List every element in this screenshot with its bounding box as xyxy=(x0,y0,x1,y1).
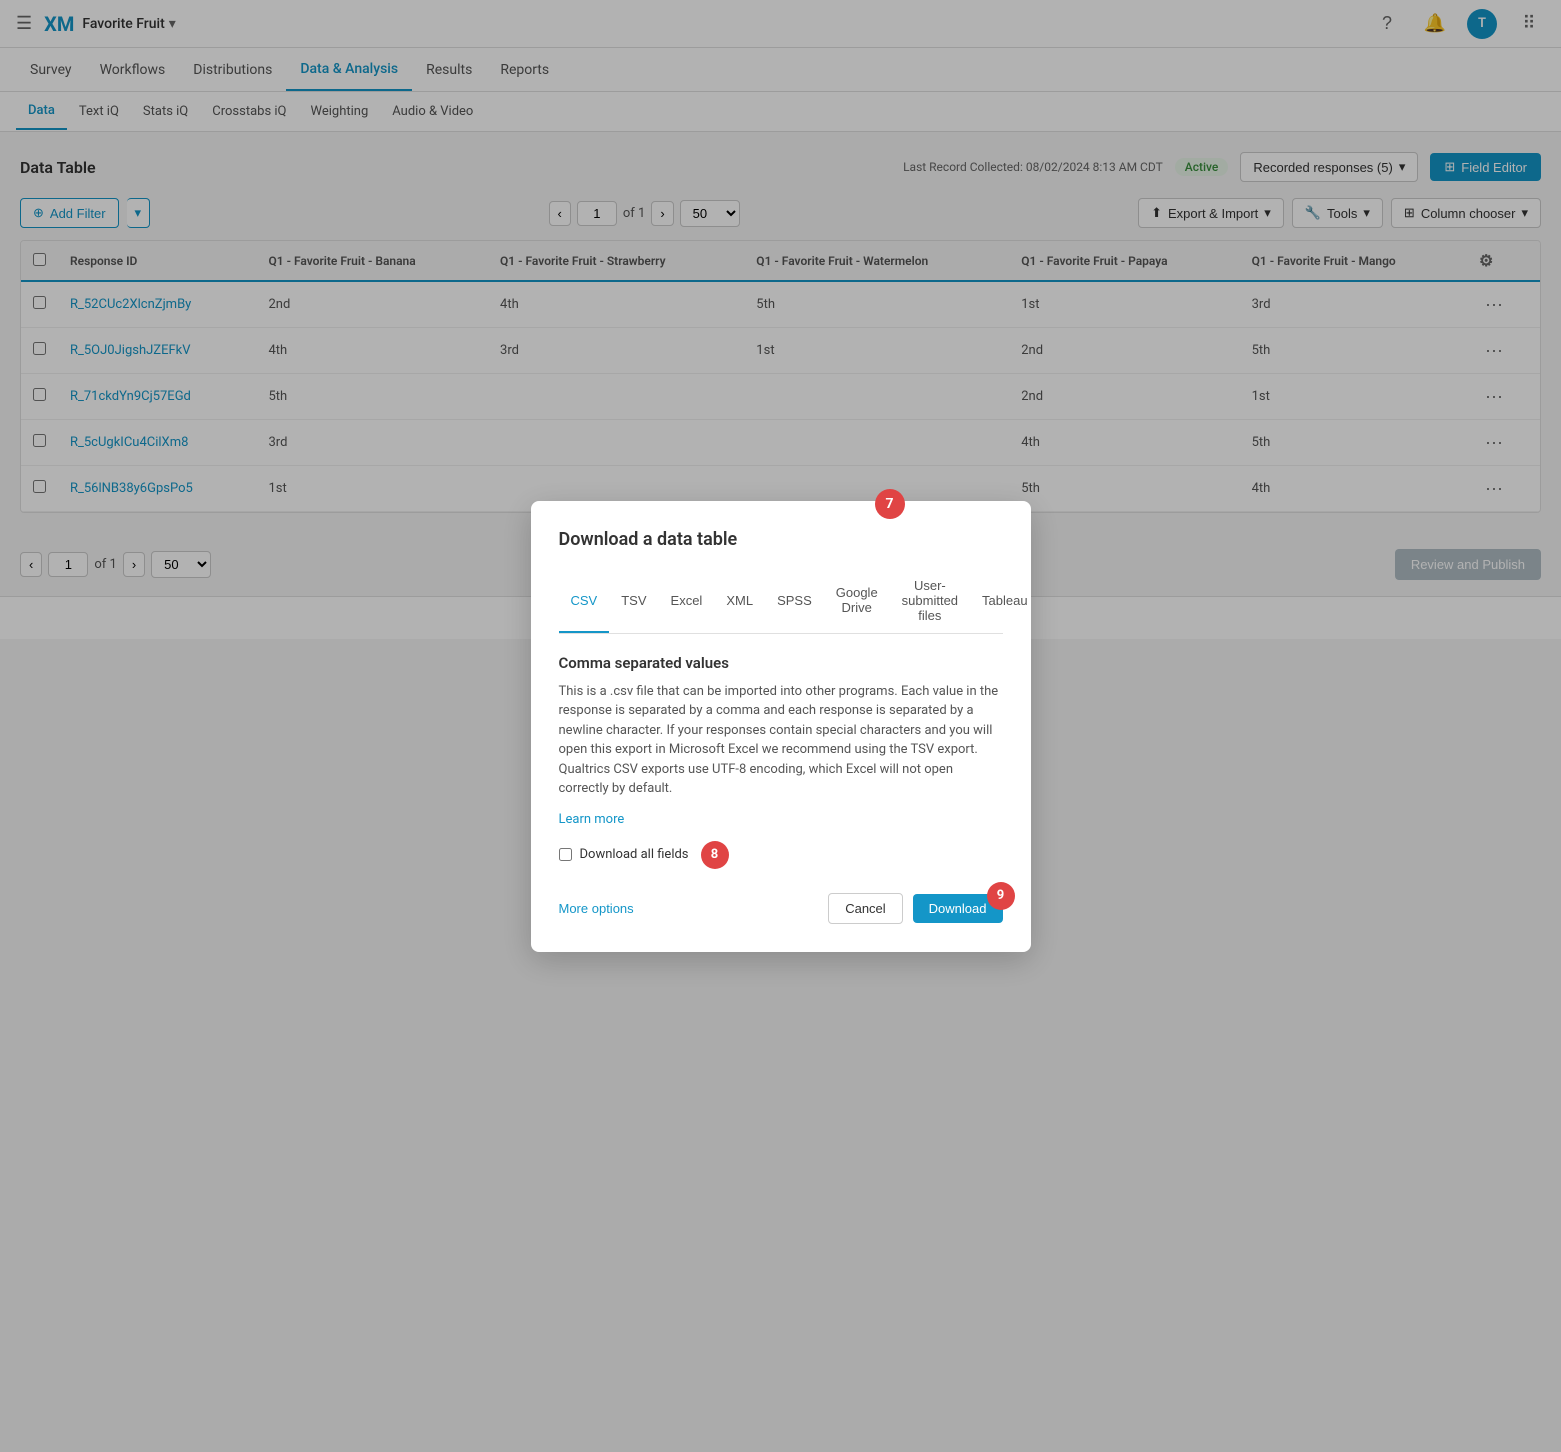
step-9-badge: 9 xyxy=(987,882,1015,910)
modal-tabs: CSV TSV Excel XML SPSS Google Drive User… xyxy=(559,570,1003,634)
download-all-fields-row: Download all fields 8 xyxy=(559,841,1003,869)
modal-footer: More options Cancel Download 9 xyxy=(559,893,1003,924)
download-all-fields-label: Download all fields xyxy=(580,847,689,862)
modal-description: This is a .csv file that can be imported… xyxy=(559,682,1003,799)
tab-csv[interactable]: CSV xyxy=(559,570,610,633)
tab-tableau[interactable]: Tableau xyxy=(970,570,1040,633)
cancel-button[interactable]: Cancel xyxy=(828,893,902,924)
modal-overlay: 7 Download a data table CSV TSV Excel XM… xyxy=(0,0,1561,1452)
step-7-number: 7 xyxy=(875,489,905,519)
tab-google-drive[interactable]: Google Drive xyxy=(824,570,890,633)
tab-excel[interactable]: Excel xyxy=(659,570,715,633)
step-8-badge: 8 xyxy=(701,841,729,869)
modal-title: Download a data table xyxy=(559,529,1003,550)
tab-user-submitted[interactable]: User-submitted files xyxy=(890,570,970,633)
download-all-fields-checkbox[interactable] xyxy=(559,848,572,861)
download-modal: 7 Download a data table CSV TSV Excel XM… xyxy=(531,501,1031,952)
more-options-button[interactable]: More options xyxy=(559,901,634,916)
step-7-badge: 7 xyxy=(875,489,905,519)
modal-section-title: Comma separated values xyxy=(559,654,1003,672)
download-button-wrapper: Download 9 xyxy=(913,894,1003,923)
learn-more-link[interactable]: Learn more xyxy=(559,812,625,827)
tab-tsv[interactable]: TSV xyxy=(609,570,658,633)
tab-xml[interactable]: XML xyxy=(714,570,765,633)
tab-spss[interactable]: SPSS xyxy=(765,570,824,633)
